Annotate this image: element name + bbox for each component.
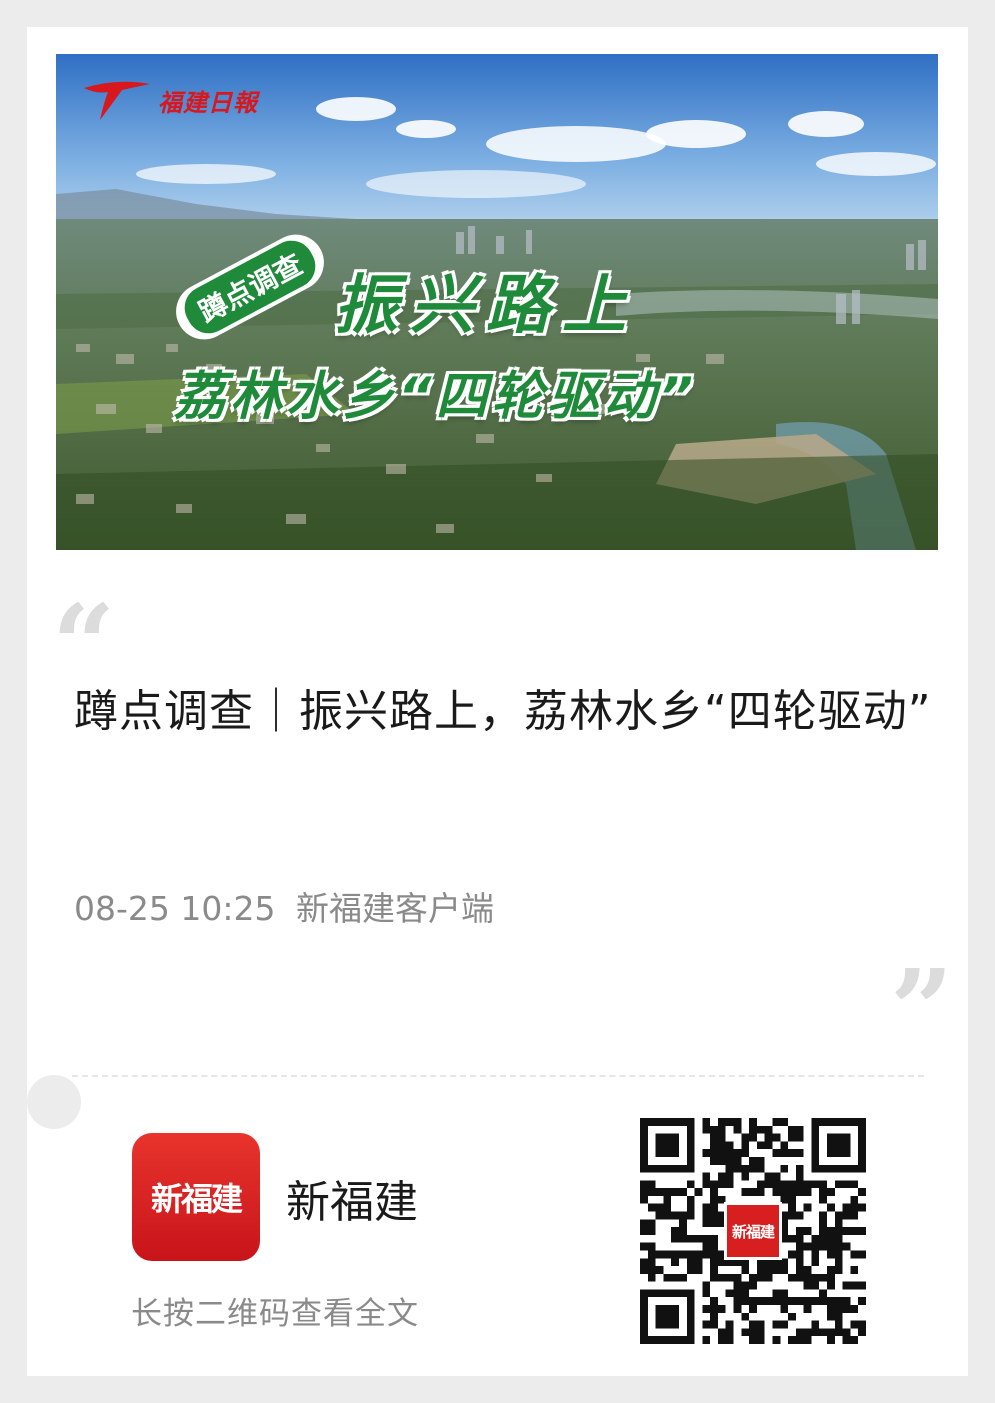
newspaper-logo-text: 福建日報 [158, 87, 258, 117]
newspaper-logo-icon [84, 81, 150, 120]
article-title[interactable]: 蹲点调查｜振兴路上，荔林水乡“四轮驱动” [74, 676, 934, 748]
article-cover-image[interactable]: 福建日報 蹲点调查 振兴路上 荔林水乡“四轮驱动” [56, 54, 938, 550]
app-logo-text: 新福建 [150, 1180, 243, 1218]
banner-logo: 福建日報 [82, 78, 258, 122]
article-date: 08-25 10:25 [74, 889, 276, 928]
card-notch-right [968, 1075, 995, 1129]
app-name: 新福建 [286, 1177, 418, 1228]
app-logo: 新福建 [132, 1133, 260, 1261]
qr-center-logo: 新福建 [724, 1202, 782, 1260]
article-source: 新福建客户端 [295, 889, 494, 928]
banner-headline-line1: 振兴路上 [334, 269, 638, 343]
article-meta: 08-25 10:25 新福建客户端 [74, 882, 494, 930]
qr-hint-text: 长按二维码查看全文 [131, 1296, 419, 1332]
banner-headline-line2: 荔林水乡“四轮驱动” [174, 367, 697, 427]
dashed-divider [72, 1075, 924, 1077]
card-notch-left [27, 1075, 81, 1129]
quote-close-icon: ” [890, 945, 954, 1074]
